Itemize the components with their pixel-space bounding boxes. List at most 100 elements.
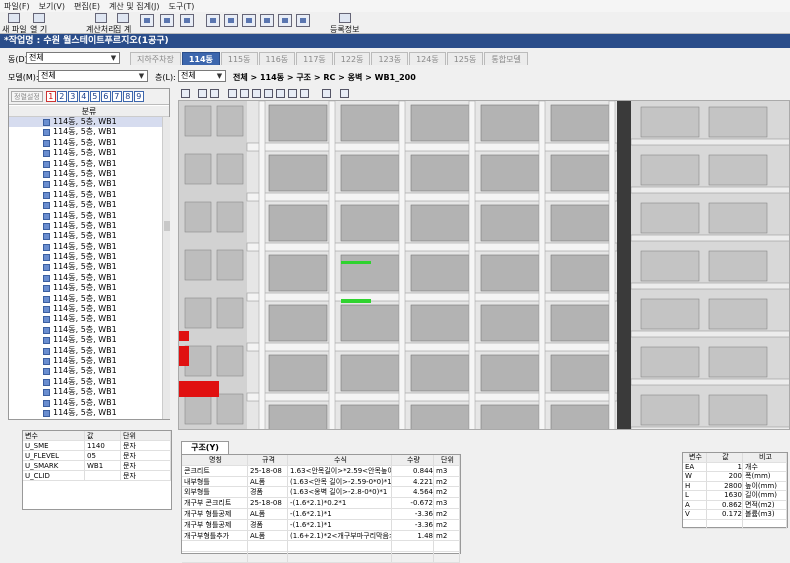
level-button[interactable]: 2 <box>56 91 67 102</box>
register-info-button[interactable]: 등록정보 <box>330 13 359 35</box>
menu-tools[interactable]: 도구(T) <box>169 1 195 12</box>
table-row[interactable]: W 200 폭(mm) <box>683 472 787 482</box>
tree-list[interactable]: 114동, 5층, WB1 114동, 5층, WB1 114동, 5층, WB1 1… <box>9 117 162 419</box>
tab-structure[interactable]: 구조(Y) <box>181 441 229 454</box>
table-row[interactable]: H 2800 높이(mm) <box>683 481 787 491</box>
table-icon[interactable] <box>206 14 220 27</box>
search-icon[interactable] <box>180 14 194 27</box>
menu-edit[interactable]: 편집(E) <box>74 1 100 12</box>
table-row[interactable]: EA 1 개수 <box>683 462 787 472</box>
tree-item[interactable]: 114동, 5층, WB1 <box>9 294 162 304</box>
view-filter-icon[interactable] <box>322 89 331 98</box>
level-button[interactable]: 8 <box>122 91 133 102</box>
table-row[interactable]: 콘크리트25-18-081.63<안목길이>*2.59<안목높이>*0.0.84… <box>182 465 460 477</box>
view-home-icon[interactable] <box>181 89 190 98</box>
view-camera-icon[interactable] <box>198 89 207 98</box>
tree-item[interactable]: 114동, 5층, WB1 <box>9 283 162 293</box>
table-row[interactable]: 개구부형틀추가AL폼(1.6+2.1)*2<개구부마구리막음>*0.21.48m… <box>182 530 460 542</box>
table-row[interactable]: 외부형틀 경폼 (1.63<옹벽 길이>-2.8-0*0)*1 4.564 m2 <box>182 487 460 499</box>
table-row[interactable]: V 0.172 볼륨(m3) <box>683 510 787 520</box>
table-row[interactable]: 내부형틀 AL폼 (1.63<안목 길이>-2.59-0*0)*1 4.221 m2 <box>182 476 460 488</box>
table-row[interactable]: 개구부 콘크리트 25-18-08 -(1.6*2.1)*0.2*1 -0.672 m3 <box>182 498 460 509</box>
tree-item[interactable]: 114동, 5층, WB1 <box>9 190 162 200</box>
tab-building[interactable]: 124동 <box>409 52 446 65</box>
model-select[interactable]: 전체 ▼ <box>38 70 148 82</box>
tab-building[interactable]: 125동 <box>446 52 484 65</box>
view-right-icon[interactable] <box>264 89 273 98</box>
tree-item[interactable]: 114동, 5층, WB1 <box>9 262 162 272</box>
edit-icon[interactable] <box>260 14 274 27</box>
menu-file[interactable]: 파일(F) <box>4 1 30 12</box>
tab-building[interactable]: 116동 <box>258 52 296 65</box>
tree-item[interactable]: 114동, 5층, WB1 <box>9 356 162 366</box>
sheet-icon[interactable] <box>224 14 238 27</box>
tree-item[interactable]: 114동, 5층, WB1 <box>9 387 162 397</box>
menu-view[interactable]: 보기(V) <box>39 1 65 12</box>
menu-calc[interactable]: 계산 및 집계(J) <box>109 1 160 12</box>
level-button[interactable]: 1 <box>45 91 56 102</box>
level-button[interactable]: 9 <box>133 91 144 102</box>
tree-item[interactable]: 114동, 5층, WB1 <box>9 325 162 335</box>
table-row[interactable]: L 1630 길이(mm) <box>683 491 787 501</box>
zoom-icon[interactable] <box>140 14 154 27</box>
view-front-icon[interactable] <box>228 89 237 98</box>
table-row[interactable] <box>683 519 787 529</box>
tab-building[interactable]: 통합모델 <box>484 52 528 65</box>
tree-item[interactable]: 114동, 5층, WB1 <box>9 211 162 221</box>
table-row[interactable] <box>182 541 460 553</box>
tab-building[interactable]: 123동 <box>371 52 409 65</box>
scrollbar-thumb[interactable] <box>164 221 170 231</box>
calc-process-button[interactable]: 계산처리 <box>86 13 115 35</box>
tree-item[interactable]: 114동, 5층, WB1 <box>9 221 162 231</box>
sort-settings-button[interactable]: 정렬설정 <box>11 91 43 102</box>
tab-building[interactable]: 122동 <box>333 52 371 65</box>
tree-item[interactable]: 114동, 5층, WB1 <box>9 169 162 179</box>
tally-button[interactable]: 집 계 <box>114 13 131 35</box>
level-button[interactable]: 6 <box>100 91 111 102</box>
view-top-icon[interactable] <box>276 89 285 98</box>
open-button[interactable]: 열 기 <box>30 13 47 35</box>
grid-icon[interactable] <box>296 14 310 27</box>
tree-item[interactable]: 114동, 5층, WB1 <box>9 377 162 387</box>
tree-item[interactable]: 114동, 5층, WB1 <box>9 231 162 241</box>
tree-scrollbar[interactable] <box>162 117 170 419</box>
level-button[interactable]: 4 <box>78 91 89 102</box>
table-row[interactable]: U_FLEVEL 05 문자 <box>23 451 171 461</box>
level-button[interactable]: 3 <box>67 91 78 102</box>
table-row[interactable]: 개구부 형틀공제 AL폼 -(1.6*2.1)*1 -3.36 m2 <box>182 508 460 520</box>
level-button[interactable]: 5 <box>89 91 100 102</box>
table-row[interactable]: U_SMARK WB1 문자 <box>23 461 171 471</box>
tree-item[interactable]: 114동, 5층, WB1 <box>9 366 162 376</box>
tab-building[interactable]: 115동 <box>220 52 258 65</box>
tree-item[interactable]: 114동, 5층, WB1 <box>9 148 162 158</box>
model-3d-viewport[interactable] <box>178 100 790 430</box>
view-back-icon[interactable] <box>240 89 249 98</box>
tree-item[interactable]: 114동, 5층, WB1 <box>9 335 162 345</box>
tree-item[interactable]: 114동, 5층, WB1 <box>9 127 162 137</box>
tree-item[interactable]: 114동, 5층, WB1 <box>9 408 162 418</box>
view-rotate-icon[interactable] <box>210 89 219 98</box>
view-bottom-icon[interactable] <box>288 89 297 98</box>
table-row[interactable]: 개구부 형틀공제 경폼 -(1.6*2.1)*1 -3.36 m2 <box>182 519 460 531</box>
table-row[interactable]: U_CLID 문자 <box>23 471 171 481</box>
table-row[interactable]: A 0.862 면적(m2) <box>683 500 787 510</box>
table-row[interactable]: U_SME 1140 문자 <box>23 441 171 451</box>
tree-item[interactable]: 114동, 5층, WB1 <box>9 138 162 148</box>
view-left-icon[interactable] <box>252 89 261 98</box>
tab-building[interactable]: 지하주차장 <box>130 52 181 65</box>
report-icon[interactable] <box>278 14 292 27</box>
tree-item[interactable]: 114동, 5층, WB1 <box>9 273 162 283</box>
view-shade-icon[interactable] <box>340 89 349 98</box>
find-icon[interactable] <box>160 14 174 27</box>
tab-building[interactable]: 114동 <box>181 52 220 65</box>
tree-item[interactable]: 114동, 5층, WB1 <box>9 252 162 262</box>
dong-select[interactable]: 전체 ▼ <box>26 52 120 64</box>
new-file-button[interactable]: 새 파일 <box>2 13 27 35</box>
tree-item[interactable]: 114동, 5층, WB1 <box>9 179 162 189</box>
tree-item[interactable]: 114동, 5층, WB1 <box>9 346 162 356</box>
tab-building[interactable]: 117동 <box>296 52 333 65</box>
level-button[interactable]: 7 <box>111 91 122 102</box>
tree-item[interactable]: 114동, 5층, WB1 <box>9 242 162 252</box>
list-icon[interactable] <box>242 14 256 27</box>
tree-item[interactable]: 114동, 5층, WB1 <box>9 159 162 169</box>
